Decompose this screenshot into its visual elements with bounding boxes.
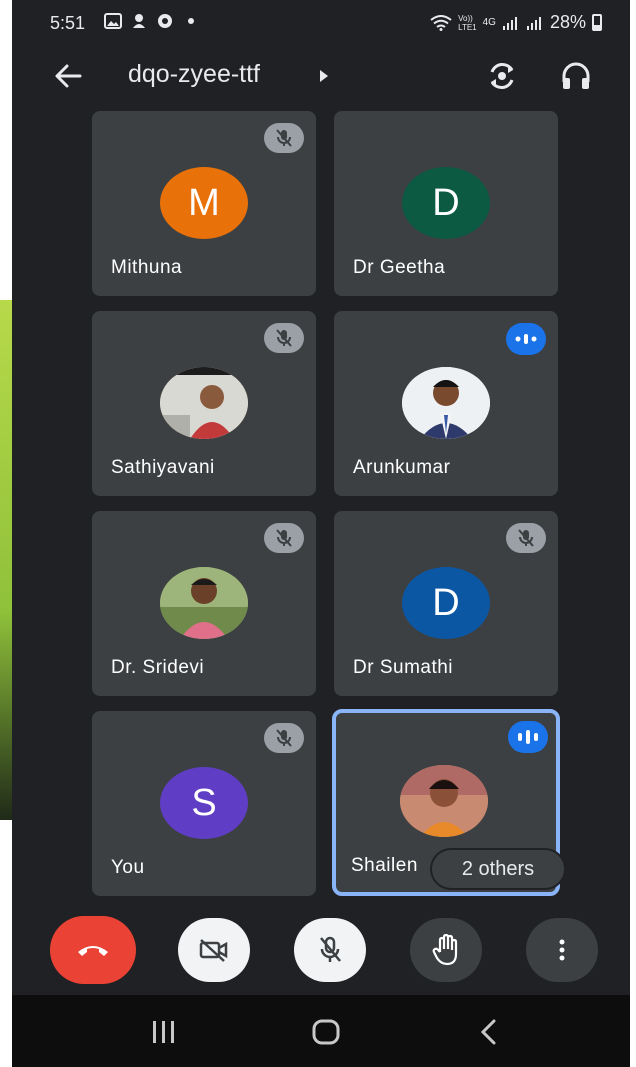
- participant-name: Arunkumar: [353, 457, 451, 478]
- call-controls: [12, 916, 630, 994]
- vpn-notification-icon: [156, 12, 174, 30]
- avatar: S: [160, 767, 248, 839]
- end-call-button[interactable]: [50, 916, 136, 984]
- participant-name: Dr Geetha: [353, 257, 446, 278]
- system-navigation-bar: [12, 995, 630, 1067]
- status-right: Vo)) LTE1 4G 28%: [430, 12, 602, 33]
- mic-off-icon: [264, 723, 304, 753]
- app-notification-icon: [130, 12, 148, 30]
- meeting-details-chevron-icon[interactable]: [317, 66, 331, 86]
- recent-apps-button[interactable]: [146, 1017, 182, 1047]
- participant-name: Mithuna: [111, 257, 183, 278]
- mic-toggle-button[interactable]: [294, 918, 366, 982]
- volte-indicator: Vo)) LTE1: [458, 14, 477, 32]
- wifi-icon: [430, 14, 452, 31]
- switch-camera-button[interactable]: [484, 58, 520, 94]
- camera-flip-icon: [490, 63, 514, 89]
- arrow-left-icon: [55, 64, 82, 88]
- raise-hand-button[interactable]: [410, 918, 482, 982]
- avatar: M: [160, 167, 248, 239]
- volte-label: Vo)): [458, 13, 473, 23]
- status-time: 5:51: [50, 13, 86, 33]
- more-vert-icon: [559, 939, 565, 961]
- mic-off-icon: [264, 523, 304, 553]
- hand-icon: [432, 934, 458, 966]
- google-meet-screen: 5:51 Vo)) LTE1 4G 28% dqo-zyee-ttf M Mit…: [12, 0, 630, 1067]
- chevron-left-icon: [480, 1019, 496, 1045]
- recents-icon: [153, 1021, 174, 1043]
- participant-tile[interactable]: Sathiyavani: [92, 311, 316, 496]
- participant-name: Shailen: [351, 855, 418, 876]
- mic-off-icon: [264, 323, 304, 353]
- participant-photo: [160, 567, 248, 639]
- camera-toggle-button[interactable]: [178, 918, 250, 982]
- avatar-initial: S: [191, 781, 217, 824]
- notification-icons: [104, 12, 200, 30]
- participant-tile[interactable]: Dr. Sridevi: [92, 511, 316, 696]
- participant-name: Dr. Sridevi: [111, 657, 205, 678]
- self-tile[interactable]: S You: [92, 711, 316, 896]
- audio-output-button[interactable]: [558, 58, 594, 94]
- signal-2-icon: [526, 16, 541, 30]
- video-off-icon: [199, 939, 228, 962]
- home-button[interactable]: [308, 1015, 344, 1049]
- participant-tile[interactable]: D Dr Geetha: [334, 111, 558, 296]
- avatar-initial: D: [432, 581, 460, 624]
- gallery-notification-icon: [104, 12, 122, 30]
- meeting-code[interactable]: dqo-zyee-ttf: [128, 60, 260, 89]
- more-options-button[interactable]: [526, 918, 598, 982]
- participant-tile[interactable]: Arunkumar: [334, 311, 558, 496]
- participant-photo: [402, 367, 490, 439]
- home-icon: [312, 1019, 340, 1045]
- speaking-indicator-icon: [508, 721, 548, 753]
- avatar: D: [402, 567, 490, 639]
- participant-tile[interactable]: D Dr Sumathi: [334, 511, 558, 696]
- dot-notification-icon: [182, 12, 200, 30]
- background-edge: [0, 300, 12, 820]
- avatar: D: [402, 167, 490, 239]
- lte-label: LTE1: [458, 22, 477, 32]
- phone-hangup-icon: [78, 946, 108, 956]
- battery-percent: 28%: [549, 12, 586, 32]
- back-button[interactable]: [50, 60, 86, 92]
- headphones-icon: [562, 62, 590, 89]
- mic-off-icon: [506, 523, 546, 553]
- mic-off-icon: [264, 123, 304, 153]
- participant-photo: [400, 765, 488, 837]
- mic-off-icon: [320, 936, 341, 962]
- participant-name: Sathiyavani: [111, 457, 215, 478]
- signal-icon: [502, 16, 517, 30]
- participant-photo: [160, 367, 248, 439]
- participant-tile[interactable]: M Mithuna: [92, 111, 316, 296]
- battery-icon: [592, 14, 602, 31]
- network-type-label: 4G: [482, 17, 496, 28]
- system-back-button[interactable]: [474, 1017, 504, 1047]
- avatar-initial: M: [188, 181, 220, 224]
- participant-name: Dr Sumathi: [353, 657, 454, 678]
- others-chip[interactable]: 2 others: [432, 850, 564, 888]
- status-bar: 5:51 Vo)) LTE1 4G 28%: [12, 0, 630, 46]
- meeting-header: dqo-zyee-ttf: [12, 46, 630, 106]
- avatar-initial: D: [432, 181, 460, 224]
- speaking-indicator-icon: [506, 323, 546, 355]
- participant-name: You: [111, 857, 145, 878]
